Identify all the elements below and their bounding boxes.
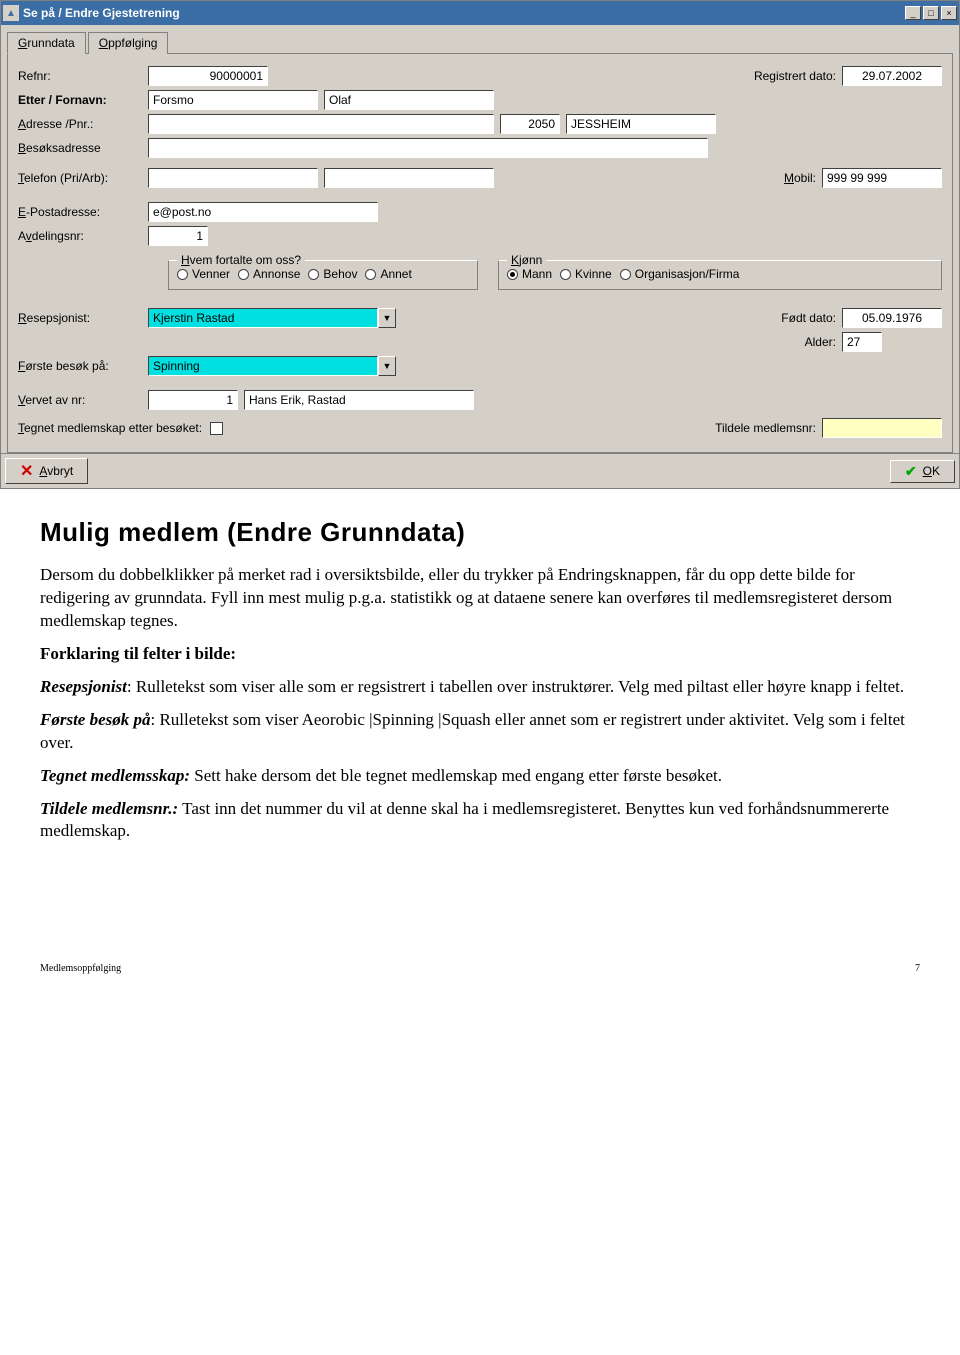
check-icon: ✔ bbox=[905, 463, 917, 480]
alder-field: 27 bbox=[842, 332, 882, 352]
close-button[interactable]: × bbox=[941, 6, 957, 20]
maximize-button[interactable]: □ bbox=[923, 6, 939, 20]
doc-term: Tildele medlemsnr.: bbox=[40, 799, 178, 818]
fodt-field[interactable]: 05.09.1976 bbox=[842, 308, 942, 328]
doc-text: : Rulletekst som viser Aeorobic |Spinnin… bbox=[40, 710, 905, 752]
avd-label: Avdelingsnr: bbox=[18, 229, 148, 243]
avbryt-button[interactable]: ✕ Avbryt bbox=[5, 458, 88, 484]
poststed-field[interactable]: JESSHEIM bbox=[566, 114, 716, 134]
mobil-field[interactable]: 999 99 999 bbox=[822, 168, 942, 188]
tab-oppfolging[interactable]: Oppfølging bbox=[88, 32, 169, 54]
doc-para-resepsjonist: Resepsjonist: Rulletekst som viser alle … bbox=[40, 676, 920, 699]
doc-text: : Rulletekst som viser alle som er regsi… bbox=[127, 677, 904, 696]
tab-label: Oppfølging bbox=[99, 36, 158, 50]
vervet-label: Vervet av nr: bbox=[18, 393, 148, 407]
doc-term: Første besøk på bbox=[40, 710, 151, 729]
group-kjonn: Kjønn Mann Kvinne Organisasjon/Firma bbox=[498, 260, 942, 290]
radio-label: Behov bbox=[323, 267, 357, 281]
forste-field[interactable]: Spinning bbox=[148, 356, 378, 376]
radio-label: Mann bbox=[522, 267, 552, 281]
radio-mann[interactable]: Mann bbox=[507, 267, 552, 281]
footer-right: 7 bbox=[915, 963, 920, 974]
doc-term: Tegnet medlemsskap: bbox=[40, 766, 190, 785]
doc-term: Resepsjonist bbox=[40, 677, 127, 696]
radio-label: Venner bbox=[192, 267, 230, 281]
group-kjonn-legend: Kjønn bbox=[507, 253, 546, 267]
doc-para-forste: Første besøk på: Rulletekst som viser Ae… bbox=[40, 709, 920, 755]
tegnet-checkbox[interactable] bbox=[210, 422, 223, 435]
tabstrip: Grunndata Oppfølging bbox=[7, 31, 953, 53]
group-hvem: Hvem fortalte om oss? Venner Annonse Beh… bbox=[168, 260, 478, 290]
radio-kvinne[interactable]: Kvinne bbox=[560, 267, 612, 281]
avd-field[interactable]: 1 bbox=[148, 226, 208, 246]
navn-label: Etter / Fornavn: bbox=[18, 93, 148, 107]
radio-annet[interactable]: Annet bbox=[365, 267, 411, 281]
tegnet-label: Tegnet medlemskap etter besøket: bbox=[18, 421, 202, 435]
adresse-field[interactable] bbox=[148, 114, 494, 134]
epost-field[interactable]: e@post.no bbox=[148, 202, 378, 222]
minimize-button[interactable]: _ bbox=[905, 6, 921, 20]
alder-label: Alder: bbox=[805, 335, 836, 349]
ok-button[interactable]: ✔ OK bbox=[890, 460, 955, 483]
radio-label: Organisasjon/Firma bbox=[635, 267, 740, 281]
group-hvem-legend: Hvem fortalte om oss? bbox=[177, 253, 305, 267]
doc-heading: Mulig medlem (Endre Grunndata) bbox=[40, 517, 920, 548]
radio-venner[interactable]: Venner bbox=[177, 267, 230, 281]
tildele-label: Tildele medlemsnr: bbox=[715, 421, 816, 435]
mobil-label: Mobil: bbox=[784, 171, 816, 185]
button-label: OK bbox=[923, 464, 940, 478]
app-window: ▲ Se på / Endre Gjestetrening _ □ × Grun… bbox=[0, 0, 960, 489]
vervet-nr-field[interactable]: 1 bbox=[148, 390, 238, 410]
resepsjonist-dropdown-button[interactable]: ▼ bbox=[378, 308, 396, 328]
cancel-icon: ✕ bbox=[20, 461, 33, 481]
panel-grunndata: Refnr: 90000001 Registrert dato: 29.07.2… bbox=[7, 53, 953, 453]
besoksadresse-label: Besøksadresse bbox=[18, 141, 148, 155]
telefon-pri-field[interactable] bbox=[148, 168, 318, 188]
doc-para-forklaring: Forklaring til felter i bilde: bbox=[40, 643, 920, 666]
doc-para-tildele: Tildele medlemsnr.: Tast inn det nummer … bbox=[40, 798, 920, 844]
fornavn-field[interactable]: Olaf bbox=[324, 90, 494, 110]
doc-para-intro: Dersom du dobbelklikker på merket rad i … bbox=[40, 564, 920, 633]
radio-behov[interactable]: Behov bbox=[308, 267, 357, 281]
adresse-label: Adresse /Pnr.: bbox=[18, 117, 148, 131]
refnr-label: Refnr: bbox=[18, 69, 148, 83]
telefon-label: Telefon (Pri/Arb): bbox=[18, 171, 148, 185]
tab-grunndata[interactable]: Grunndata bbox=[7, 32, 86, 54]
tildele-field[interactable] bbox=[822, 418, 942, 438]
epost-label: E-Postadresse: bbox=[18, 205, 148, 219]
radio-annonse[interactable]: Annonse bbox=[238, 267, 300, 281]
button-label: Avbryt bbox=[39, 464, 73, 478]
tab-label: Grunndata bbox=[18, 36, 75, 50]
postnr-field[interactable]: 2050 bbox=[500, 114, 560, 134]
window-footer: ✕ Avbryt ✔ OK bbox=[1, 453, 959, 488]
regdato-field[interactable]: 29.07.2002 bbox=[842, 66, 942, 86]
vervet-navn-field: Hans Erik, Rastad bbox=[244, 390, 474, 410]
radio-orgfirma[interactable]: Organisasjon/Firma bbox=[620, 267, 740, 281]
forste-dropdown-button[interactable]: ▼ bbox=[378, 356, 396, 376]
forste-label: Første besøk på: bbox=[18, 359, 148, 373]
resepsjonist-field[interactable]: Kjerstin Rastad bbox=[148, 308, 378, 328]
etternavn-field[interactable]: Forsmo bbox=[148, 90, 318, 110]
footer-left: Medlemsoppfølging bbox=[40, 963, 121, 974]
refnr-field[interactable]: 90000001 bbox=[148, 66, 268, 86]
radio-label: Annonse bbox=[253, 267, 300, 281]
doc-para-tegnet: Tegnet medlemsskap: Sett hake dersom det… bbox=[40, 765, 920, 788]
telefon-arb-field[interactable] bbox=[324, 168, 494, 188]
titlebar: ▲ Se på / Endre Gjestetrening _ □ × bbox=[1, 1, 959, 25]
window-title: Se på / Endre Gjestetrening bbox=[23, 6, 905, 20]
radio-label: Annet bbox=[380, 267, 411, 281]
radio-label: Kvinne bbox=[575, 267, 612, 281]
resepsjonist-label: Resepsjonist: bbox=[18, 311, 148, 325]
page-footer: Medlemsoppfølging 7 bbox=[0, 883, 960, 984]
document-body: Mulig medlem (Endre Grunndata) Dersom du… bbox=[0, 489, 960, 883]
besoksadresse-field[interactable] bbox=[148, 138, 708, 158]
doc-text: Sett hake dersom det ble tegnet medlemsk… bbox=[190, 766, 722, 785]
app-icon: ▲ bbox=[3, 5, 19, 21]
regdato-label: Registrert dato: bbox=[754, 69, 836, 83]
fodt-label: Født dato: bbox=[781, 311, 836, 325]
